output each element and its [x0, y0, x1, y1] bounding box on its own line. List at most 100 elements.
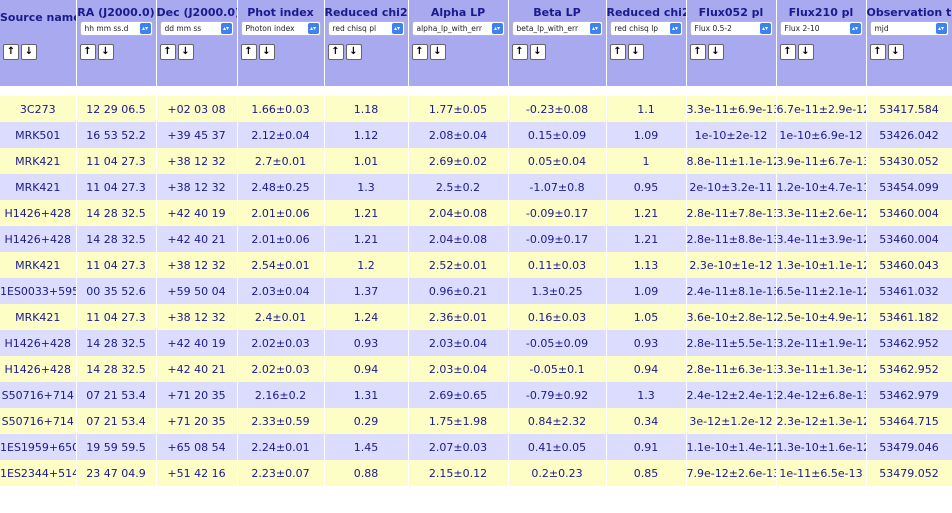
table-cell: 53460.004 — [866, 226, 952, 252]
column-format-select[interactable]: dd mm ss ▴▾ — [159, 21, 234, 36]
column-format-value: mjd — [874, 24, 889, 33]
table-row: 3C273 12 29 06.5 +02 03 08 1.66±0.03 1.18 1.7… — [0, 96, 952, 122]
arrow-up-icon[interactable]: ↑ — [689, 44, 706, 60]
sort-cell-0: ↑ ↓ — [0, 36, 77, 86]
column-format-select[interactable]: hh mm ss.d ▴▾ — [79, 21, 153, 36]
sort-buttons: ↑ ↓ — [327, 44, 408, 60]
arrow-up-icon[interactable]: ↑ — [240, 44, 257, 60]
arrow-up-icon[interactable]: ↑ — [79, 44, 96, 60]
table-cell: +42 40 21 — [156, 356, 238, 382]
column-format-select[interactable]: Flux 2-10 ▴▾ — [779, 21, 863, 36]
column-title: Alpha LP — [430, 6, 486, 19]
table-cell: +42 40 21 — [156, 226, 238, 252]
table-cell: 1.1e-10±1.4e-12 — [686, 434, 777, 460]
table-cell: 0.96±0.21 — [408, 278, 509, 304]
arrow-up-icon[interactable]: ↑ — [411, 44, 428, 60]
table-cell: 0.15±0.09 — [508, 122, 607, 148]
sort-buttons: ↑ ↓ — [411, 44, 508, 60]
table-cell: 2e-10±3.2e-11 — [686, 174, 777, 200]
table-cell: 3.4e-11±3.9e-12 — [776, 226, 867, 252]
table-cell: 1.45 — [324, 434, 409, 460]
table-cell: 0.2±0.23 — [508, 460, 607, 486]
chevron-updown-icon: ▴▾ — [220, 23, 232, 34]
table-cell: 2.01±0.06 — [237, 226, 325, 252]
arrow-down-icon[interactable]: ↓ — [97, 44, 114, 60]
arrow-down-icon[interactable]: ↓ — [887, 44, 904, 60]
arrow-up-icon[interactable]: ↑ — [511, 44, 528, 60]
sort-buttons: ↑ ↓ — [159, 44, 237, 60]
chevron-updown-icon: ▴▾ — [669, 23, 681, 34]
table-cell: H1426+428 — [0, 330, 77, 356]
table-cell: 1.3e-10±1.6e-12 — [776, 434, 867, 460]
table-row: H1426+428 14 28 32.5 +42 40 21 2.02±0.03 0.9… — [0, 356, 952, 382]
table-cell: 53460.043 — [866, 252, 952, 278]
arrow-up-icon[interactable]: ↑ — [159, 44, 176, 60]
arrow-down-icon[interactable]: ↓ — [707, 44, 724, 60]
column-format-select[interactable]: Flux 0.5-2 ▴▾ — [689, 21, 773, 36]
column-header-4: Reduced chi2 red chisq pl ▴▾ — [324, 0, 409, 36]
table-cell: MRK421 — [0, 252, 77, 278]
arrow-down-icon[interactable]: ↓ — [429, 44, 446, 60]
sort-buttons: ↑ ↓ — [609, 44, 686, 60]
table-cell: 11 04 27.3 — [76, 174, 157, 200]
table-cell: +71 20 35 — [156, 408, 238, 434]
table-cell: 2.5±0.2 — [408, 174, 509, 200]
column-format-select[interactable]: beta_lp_with_err ▴▾ — [511, 21, 603, 36]
table-cell: 8.8e-11±1.1e-12 — [686, 148, 777, 174]
column-format-select[interactable]: red chisq pl ▴▾ — [327, 21, 405, 36]
table-cell: 1.21 — [324, 226, 409, 252]
arrow-down-icon[interactable]: ↓ — [21, 44, 37, 60]
table-cell: 14 28 32.5 — [76, 356, 157, 382]
arrow-down-icon[interactable]: ↓ — [529, 44, 546, 60]
arrow-up-icon[interactable]: ↑ — [869, 44, 886, 60]
table-cell: 2.03±0.04 — [408, 330, 509, 356]
table-cell: 2.3e-10±1e-12 — [686, 252, 777, 278]
table-row: MRK421 11 04 27.3 +38 12 32 2.7±0.01 1.01 2.6… — [0, 148, 952, 174]
table-cell: 1.3±0.25 — [508, 278, 607, 304]
arrow-down-icon[interactable]: ↓ — [797, 44, 814, 60]
table-cell: 3.3e-11±1.3e-12 — [776, 356, 867, 382]
table-cell: 0.94 — [324, 356, 409, 382]
table-cell: 53462.952 — [866, 330, 952, 356]
table-cell: 1.3 — [606, 382, 687, 408]
chevron-updown-icon: ▴▾ — [589, 23, 601, 34]
arrow-down-icon[interactable]: ↓ — [627, 44, 644, 60]
column-format-value: red chisq pl — [332, 24, 377, 33]
table-cell: +42 40 19 — [156, 200, 238, 226]
arrow-up-icon[interactable]: ↑ — [3, 44, 19, 60]
sort-row: ↑ ↓ ↑ ↓ ↑ ↓ ↑ ↓ ↑ ↓ ↑ ↓ ↑ ↓ ↑ ↓ ↑ ↓ ↑ ↓ ↑ ↓ — [0, 36, 952, 86]
table-cell: 1.09 — [606, 122, 687, 148]
table-cell: 2.03±0.04 — [408, 356, 509, 382]
arrow-up-icon[interactable]: ↑ — [779, 44, 796, 60]
arrow-down-icon[interactable]: ↓ — [177, 44, 194, 60]
table-cell: -0.09±0.17 — [508, 226, 607, 252]
table-cell: 2.24±0.01 — [237, 434, 325, 460]
column-format-select[interactable]: alpha_lp_with_err ▴▾ — [411, 21, 505, 36]
table-cell: 0.93 — [606, 330, 687, 356]
table-cell: 2.12±0.04 — [237, 122, 325, 148]
column-format-value: beta_lp_with_err — [516, 24, 579, 33]
column-header-9: Flux210 pl Flux 2-10 ▴▾ — [776, 0, 867, 36]
arrow-down-icon[interactable]: ↓ — [258, 44, 275, 60]
table-cell: 0.91 — [606, 434, 687, 460]
table-cell: 2.69±0.02 — [408, 148, 509, 174]
arrow-up-icon[interactable]: ↑ — [327, 44, 344, 60]
column-format-select[interactable]: red chisq lp ▴▾ — [609, 21, 683, 36]
table-cell: 1.2e-10±4.7e-11 — [776, 174, 867, 200]
arrow-up-icon[interactable]: ↑ — [609, 44, 626, 60]
chevron-updown-icon: ▴▾ — [139, 23, 151, 34]
table-cell: 2.4e-11±8.1e-13 — [686, 278, 777, 304]
table-cell: 2.8e-11±5.5e-13 — [686, 330, 777, 356]
table-cell: 0.34 — [606, 408, 687, 434]
table-row: 1ES1959+650 19 59 59.5 +65 08 54 2.24±0.01 1… — [0, 434, 952, 460]
sort-cell-6: ↑ ↓ — [508, 36, 607, 86]
arrow-down-icon[interactable]: ↓ — [345, 44, 362, 60]
column-title: Reduced chi2 — [324, 6, 408, 19]
column-format-select[interactable]: Photon index ▴▾ — [240, 21, 321, 36]
sort-cell-8: ↑ ↓ — [686, 36, 777, 86]
column-format-select[interactable]: mjd ▴▾ — [869, 21, 949, 36]
table-cell: -0.09±0.17 — [508, 200, 607, 226]
header-row: Source name RA (J2000.0) hh mm ss.d ▴▾ Dec (… — [0, 0, 952, 36]
table-cell: 2.54±0.01 — [237, 252, 325, 278]
table-cell: 2.4e-12±2.4e-13 — [686, 382, 777, 408]
